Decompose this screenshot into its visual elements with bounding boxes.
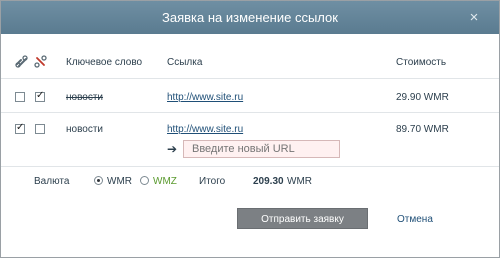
link-icon (15, 55, 28, 68)
unlink-icon (34, 55, 47, 68)
total-label: Итого (199, 176, 226, 187)
total-value: 209.30 (253, 176, 284, 187)
row1-checkbox-link[interactable] (15, 92, 25, 102)
row1-checkbox-unlink[interactable] (35, 90, 45, 102)
radio-wmz-label[interactable]: WMZ (153, 176, 177, 187)
row2-keyword: новости (66, 124, 104, 135)
row2-link[interactable]: http://www.site.ru (167, 124, 243, 135)
close-icon[interactable]: × (467, 1, 481, 34)
cancel-link[interactable]: Отмена (397, 214, 433, 225)
radio-wmz[interactable] (140, 176, 149, 185)
header-keyword: Ключевое слово (66, 57, 143, 68)
radio-wmr[interactable] (94, 176, 103, 185)
dialog-titlebar: Заявка на изменение ссылок × (1, 1, 499, 34)
row1-link[interactable]: http://www.site.ru (167, 92, 243, 103)
row2-checkbox-unlink[interactable] (35, 124, 45, 134)
currency-label: Валюта (34, 176, 70, 187)
header-cost: Стоимость (396, 57, 447, 68)
radio-wmr-label[interactable]: WMR (107, 176, 132, 187)
total-unit: WMR (287, 176, 312, 187)
header-divider (1, 78, 499, 79)
send-request-button[interactable]: Отправить заявку (237, 208, 368, 229)
row1-cost: 29.90 WMR (396, 92, 449, 103)
arrow-right-icon: ➔ (167, 142, 178, 156)
row2-cost: 89.70 WMR (396, 124, 449, 135)
header-link: Ссылка (167, 57, 203, 68)
change-links-dialog: Заявка на изменение ссылок × Ключевое сл… (0, 0, 500, 258)
row2-checkbox-link[interactable] (15, 122, 25, 134)
section-divider (1, 166, 499, 167)
row1-keyword: новости (66, 92, 104, 103)
new-url-input[interactable] (183, 140, 340, 158)
dialog-title: Заявка на изменение ссылок (162, 10, 338, 25)
row-divider (1, 112, 499, 113)
